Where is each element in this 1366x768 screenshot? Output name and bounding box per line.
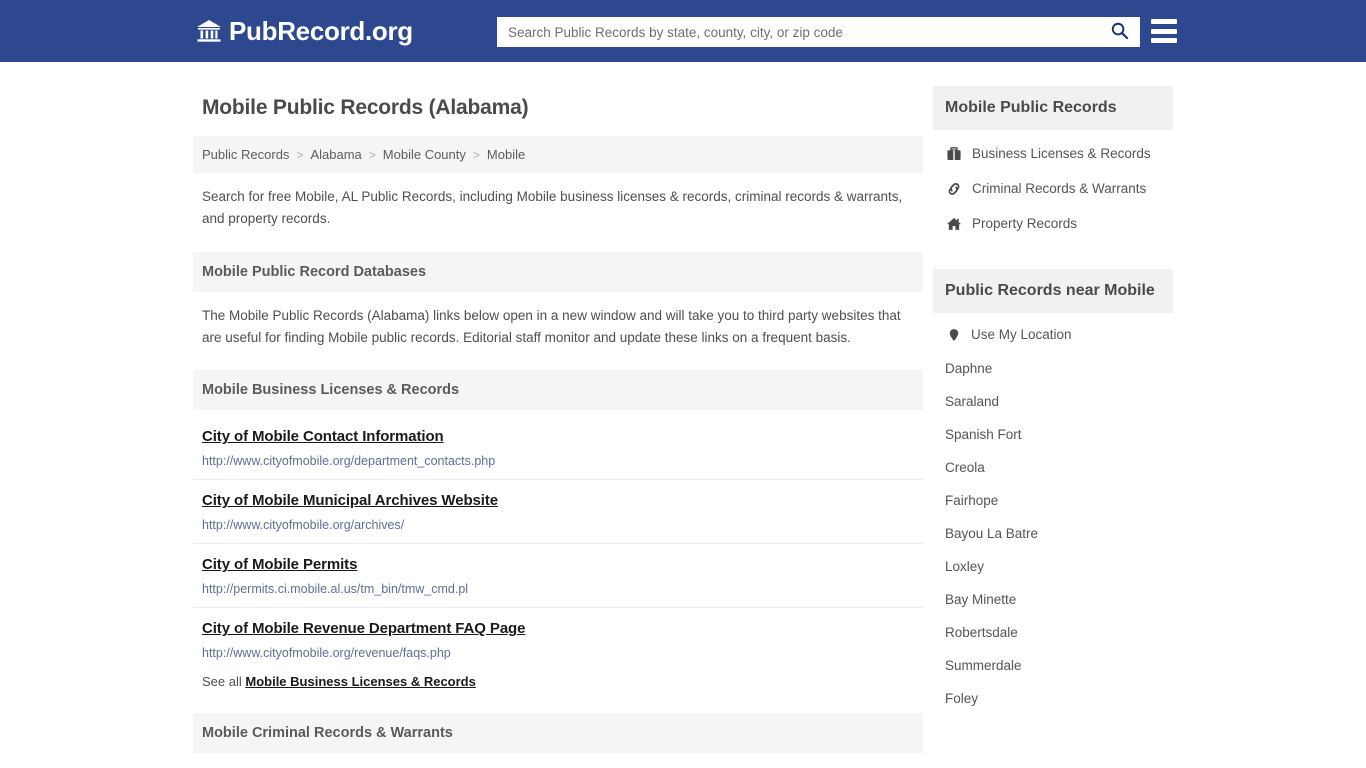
see-all-prefix: See all xyxy=(202,674,242,690)
databases-description: The Mobile Public Records (Alabama) link… xyxy=(202,307,901,345)
nearby-city-summerdale[interactable]: Summerdale xyxy=(933,649,1173,682)
record-link-entry: City of Mobile Permits http://permits.ci… xyxy=(193,543,923,607)
sidebar-item-criminal-records[interactable]: Criminal Records & Warrants xyxy=(933,171,1173,206)
nearby-city-fairhope[interactable]: Fairhope xyxy=(933,484,1173,517)
section-header-databases: Mobile Public Record Databases xyxy=(193,251,923,292)
record-link-title[interactable]: City of Mobile Permits xyxy=(202,556,357,573)
nearby-city-label: Summerdale xyxy=(945,658,1022,673)
sidebar-item-label: Criminal Records & Warrants xyxy=(972,181,1147,196)
site-header: PubRecord.org xyxy=(0,0,1366,62)
site-logo[interactable]: PubRecord.org xyxy=(196,16,413,47)
nearby-city-bay-minette[interactable]: Bay Minette xyxy=(933,583,1173,616)
nearby-city-creola[interactable]: Creola xyxy=(933,451,1173,484)
use-my-location-label: Use My Location xyxy=(971,327,1072,342)
house-icon xyxy=(945,215,962,232)
breadcrumb-separator: > xyxy=(472,147,480,162)
nearby-city-label: Creola xyxy=(945,460,985,475)
record-link-title[interactable]: City of Mobile Contact Information xyxy=(202,428,444,445)
main-content: Mobile Public Records (Alabama) Public R… xyxy=(193,86,923,768)
record-link-entry: City of Mobile Municipal Archives Websit… xyxy=(193,479,923,543)
breadcrumb-item-public-records[interactable]: Public Records xyxy=(202,147,289,162)
record-link-url: http://permits.ci.mobile.al.us/tm_bin/tm… xyxy=(202,582,469,597)
sidebar-item-business-licenses[interactable]: Business Licenses & Records xyxy=(933,136,1173,171)
nearby-city-label: Bay Minette xyxy=(945,592,1017,607)
page-body: Mobile Public Records (Alabama) Public R… xyxy=(0,62,1366,768)
page-intro-text: Search for free Mobile, AL Public Record… xyxy=(202,189,903,226)
breadcrumb-item-alabama[interactable]: Alabama xyxy=(310,147,361,162)
nearby-city-robertsdale[interactable]: Robertsdale xyxy=(933,616,1173,649)
nearby-city-loxley[interactable]: Loxley xyxy=(933,550,1173,583)
hamburger-menu-icon xyxy=(1151,38,1177,43)
search-button[interactable] xyxy=(1099,18,1139,46)
page-title: Mobile Public Records (Alabama) xyxy=(202,96,529,119)
hamburger-menu-icon xyxy=(1151,19,1177,24)
breadcrumb-item-mobile[interactable]: Mobile xyxy=(487,147,525,162)
record-link-title[interactable]: City of Mobile Revenue Department FAQ Pa… xyxy=(202,620,525,637)
nearby-city-label: Fairhope xyxy=(945,493,999,508)
record-link-url: http://www.cityofmobile.org/department_c… xyxy=(202,454,496,469)
map-pin-icon xyxy=(945,326,962,343)
record-link-url: http://www.cityofmobile.org/archives/ xyxy=(202,518,405,533)
section-header-criminal-records: Mobile Criminal Records & Warrants xyxy=(193,713,923,754)
hamburger-menu-button[interactable] xyxy=(1151,19,1177,43)
chain-link-icon xyxy=(945,180,962,197)
nearby-city-label: Robertsdale xyxy=(945,625,1018,640)
record-link-entry: City of Mobile Contact Information http:… xyxy=(193,410,923,479)
use-my-location-button[interactable]: Use My Location xyxy=(933,317,1173,352)
sidebar-item-property-records[interactable]: Property Records xyxy=(933,206,1173,241)
sidebar-record-type-list: Business Licenses & Records Criminal Rec… xyxy=(933,130,1173,241)
nearby-city-label: Saraland xyxy=(945,394,1000,409)
bank-building-icon xyxy=(196,18,222,44)
nearby-city-daphne[interactable]: Daphne xyxy=(933,352,1173,385)
sidebar-heading-near-mobile: Public Records near Mobile xyxy=(933,269,1173,313)
briefcase-icon xyxy=(945,145,962,162)
nearby-city-label: Daphne xyxy=(945,361,993,376)
nearby-city-label: Foley xyxy=(945,691,979,706)
nearby-city-label: Bayou La Batre xyxy=(945,526,1039,541)
see-all-row: See all Mobile Business Licenses & Recor… xyxy=(193,671,923,691)
breadcrumb-separator: > xyxy=(296,147,304,162)
search-input[interactable] xyxy=(498,18,1099,46)
sidebar-heading-mobile-public-records: Mobile Public Records xyxy=(933,86,1173,130)
record-link-entry: City of Mobile GIS Maps xyxy=(193,753,923,768)
section-header-business-licenses: Mobile Business Licenses & Records xyxy=(193,370,923,411)
hamburger-menu-icon xyxy=(1151,28,1177,34)
record-link-entry: City of Mobile Revenue Department FAQ Pa… xyxy=(193,607,923,671)
sidebar-item-label: Business Licenses & Records xyxy=(972,146,1151,161)
nearby-city-label: Spanish Fort xyxy=(945,427,1022,442)
search-bar xyxy=(497,17,1140,47)
nearby-city-spanish-fort[interactable]: Spanish Fort xyxy=(933,418,1173,451)
breadcrumb-item-mobile-county[interactable]: Mobile County xyxy=(383,147,466,162)
sidebar-item-label: Property Records xyxy=(972,216,1078,231)
brand-name: PubRecord.org xyxy=(229,15,413,46)
see-all-business-licenses-link[interactable]: Mobile Business Licenses & Records xyxy=(245,674,475,689)
breadcrumb-separator: > xyxy=(368,147,376,162)
nearby-cities-list: Use My Location Daphne Saraland Spanish … xyxy=(933,313,1173,715)
nearby-city-saraland[interactable]: Saraland xyxy=(933,385,1173,418)
breadcrumb: Public Records > Alabama > Mobile County… xyxy=(193,136,923,173)
search-icon xyxy=(1110,21,1129,43)
sidebar: Mobile Public Records Business Licenses … xyxy=(933,86,1173,715)
record-link-title[interactable]: City of Mobile Municipal Archives Websit… xyxy=(202,492,498,509)
record-link-url: http://www.cityofmobile.org/revenue/faqs… xyxy=(202,646,451,661)
nearby-city-label: Loxley xyxy=(945,559,985,574)
nearby-city-bayou-la-batre[interactable]: Bayou La Batre xyxy=(933,517,1173,550)
nearby-city-foley[interactable]: Foley xyxy=(933,682,1173,715)
